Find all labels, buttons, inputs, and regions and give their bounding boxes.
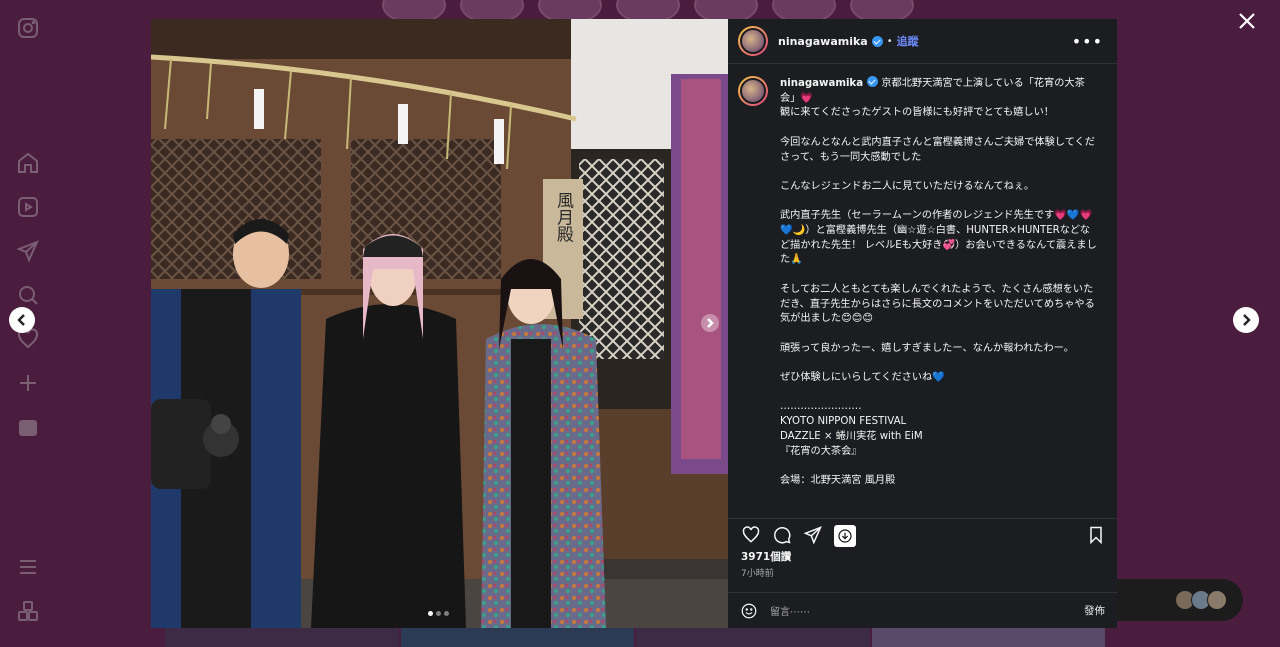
threads-icon[interactable]	[16, 599, 40, 623]
direct-icon[interactable]	[16, 239, 40, 263]
avatar[interactable]	[738, 26, 768, 56]
post-modal: 風月殿 ninagawamika • 追蹤 ••• ninagawamika 京…	[151, 19, 1117, 628]
chevron-right-icon	[707, 318, 714, 328]
instagram-icon[interactable]	[16, 16, 40, 40]
chevron-right-icon	[1243, 314, 1251, 326]
likes-count[interactable]: 3971個讚	[741, 549, 791, 564]
carousel-next-button[interactable]	[701, 314, 719, 332]
caption-text: ninagawamika 京都北野天満宮で上演している「花宵の大茶会」💗 観に来…	[780, 76, 1098, 489]
post-actions: 3971個讚 7小時前	[728, 518, 1117, 598]
caption: ninagawamika 京都北野天満宮で上演している「花宵の大茶会」💗 観に来…	[728, 64, 1117, 489]
verified-icon	[871, 35, 883, 47]
share-button[interactable]	[803, 525, 823, 545]
reels-icon[interactable]	[16, 195, 40, 219]
profile-icon[interactable]	[16, 415, 40, 439]
bookmark-icon	[1090, 526, 1102, 545]
caption-username[interactable]: ninagawamika	[780, 78, 863, 89]
carousel-dot	[436, 611, 441, 616]
close-button[interactable]	[1236, 10, 1258, 32]
download-button[interactable]	[834, 525, 856, 547]
menu-icon[interactable]	[16, 555, 40, 579]
comment-bar: 留言⋯⋯ 發佈	[728, 592, 1117, 628]
username-link[interactable]: ninagawamika	[778, 35, 868, 48]
create-icon[interactable]	[16, 371, 40, 395]
emoji-icon[interactable]	[740, 602, 758, 620]
carousel-indicator	[428, 611, 449, 616]
previous-post-button[interactable]	[9, 307, 35, 333]
avatar	[1207, 590, 1227, 610]
search-icon[interactable]	[16, 283, 40, 307]
carousel-dot	[428, 611, 433, 616]
like-button[interactable]	[741, 525, 761, 545]
avatar[interactable]	[738, 76, 768, 106]
photo-sign-text: 風月殿	[553, 192, 574, 243]
post-photo[interactable]: 風月殿	[151, 19, 728, 628]
post-comment-button[interactable]: 發佈	[1084, 603, 1105, 618]
next-post-button[interactable]	[1233, 307, 1259, 333]
comment-icon	[774, 527, 791, 544]
download-icon	[838, 529, 852, 543]
chevron-left-icon	[17, 314, 25, 326]
stories-row	[382, 0, 914, 24]
heart-icon	[742, 526, 760, 543]
share-icon	[803, 526, 822, 545]
comment-input[interactable]: 留言⋯⋯	[770, 603, 1084, 618]
carousel-dot	[444, 611, 449, 616]
caption-body: 京都北野天満宮で上演している「花宵の大茶会」💗 観に来てくださったゲストの皆様に…	[780, 78, 1097, 486]
comment-button[interactable]	[772, 525, 792, 545]
feed-thumbnails	[165, 628, 1105, 647]
post-timestamp[interactable]: 7小時前	[741, 566, 774, 579]
close-icon	[1239, 13, 1255, 29]
post-side-panel: ninagawamika • 追蹤 ••• ninagawamika 京都北野天…	[728, 19, 1117, 628]
photo-image: 風月殿	[151, 19, 728, 628]
verified-icon	[867, 76, 879, 87]
save-button[interactable]	[1086, 525, 1106, 545]
more-options-icon[interactable]: •••	[1072, 32, 1103, 51]
post-header: ninagawamika • 追蹤 •••	[728, 19, 1117, 64]
follow-button[interactable]: 追蹤	[897, 33, 919, 49]
comments-scroll-area[interactable]: ninagawamika 京都北野天満宮で上演している「花宵の大茶会」💗 観に来…	[728, 64, 1117, 518]
separator: •	[886, 35, 893, 47]
home-icon[interactable]	[16, 151, 40, 175]
